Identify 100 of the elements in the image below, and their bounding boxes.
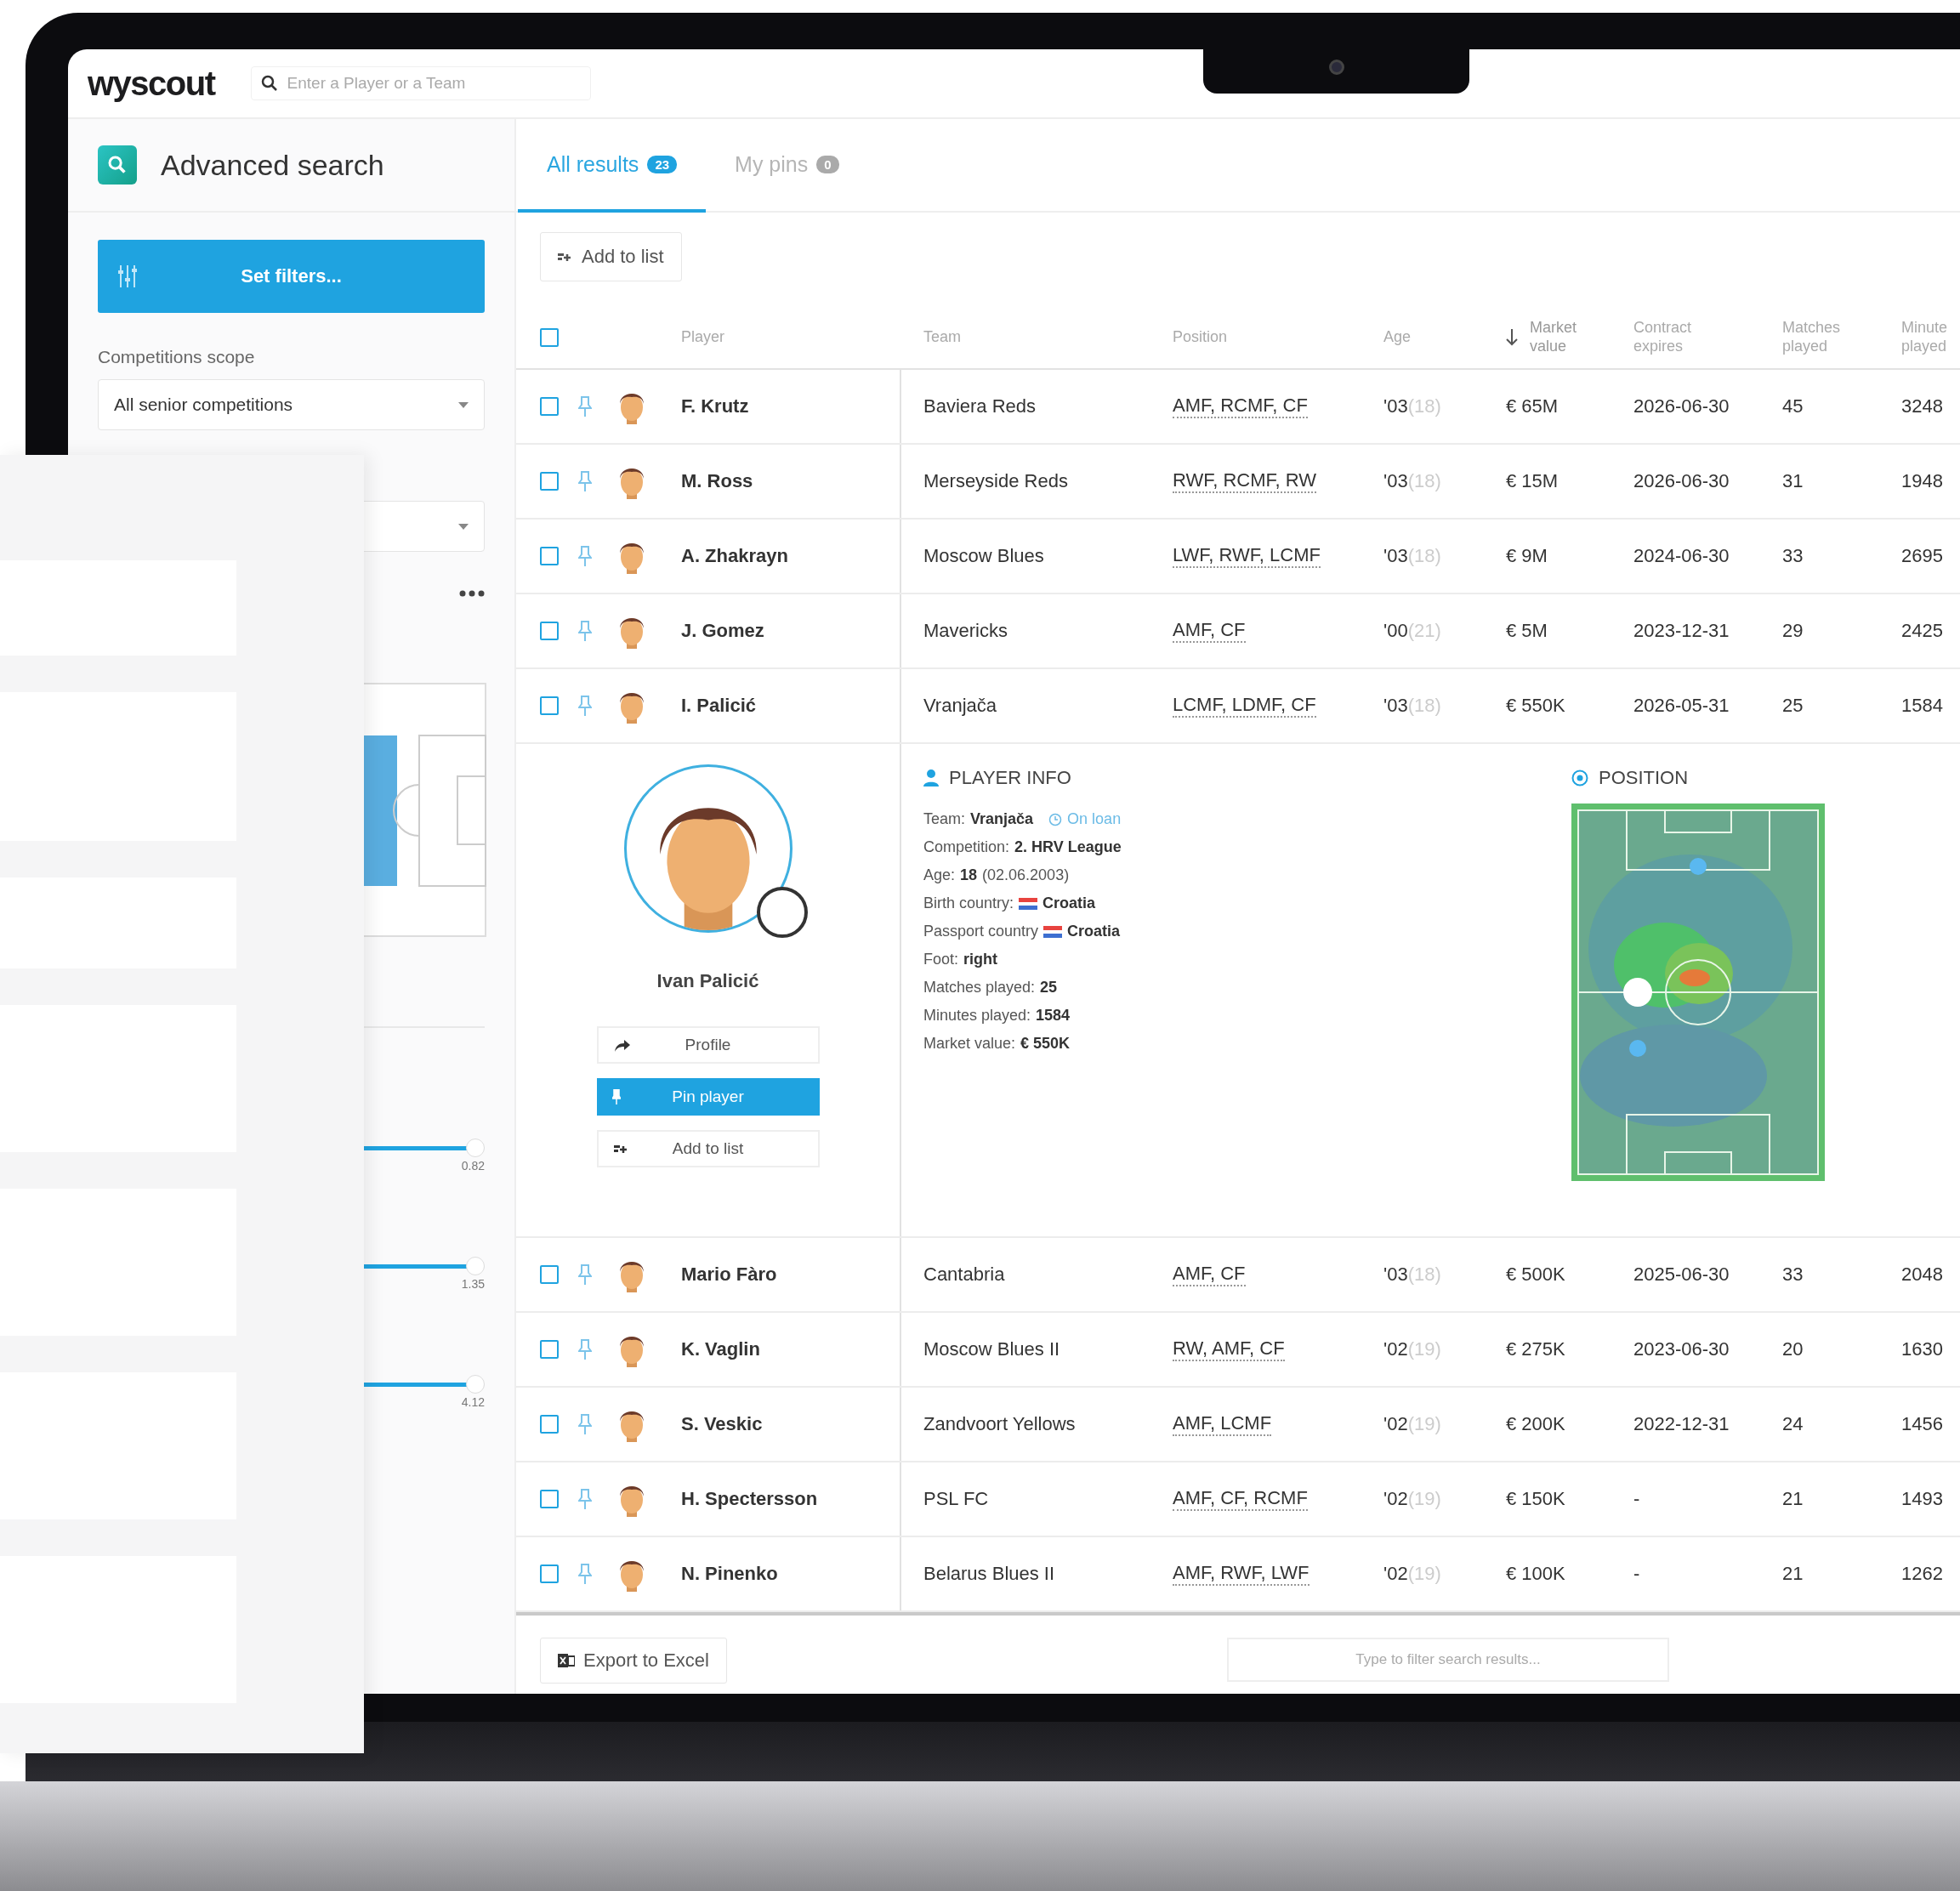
- market-value: € 100K: [1506, 1563, 1565, 1585]
- matches-count: 24: [1782, 1413, 1804, 1435]
- more-icon[interactable]: [459, 590, 485, 597]
- slider-value: 0.82: [461, 1159, 485, 1173]
- info-value: 18: [960, 866, 978, 884]
- position-marker: [1690, 858, 1707, 875]
- slider-thumb[interactable]: [466, 1257, 485, 1275]
- sort-down-icon[interactable]: [1506, 328, 1518, 346]
- pin-icon[interactable]: [578, 1563, 592, 1585]
- matches-count: 21: [1782, 1488, 1804, 1510]
- logo[interactable]: wyscout: [88, 64, 215, 103]
- player-action-button[interactable]: Profile: [596, 1026, 820, 1064]
- position-text: RW, AMF, CF: [1173, 1337, 1285, 1361]
- row-checkbox[interactable]: [540, 397, 559, 416]
- minutes-count: 3248: [1901, 395, 1943, 417]
- position-text: AMF, RCMF, CF: [1173, 395, 1308, 418]
- pin-icon[interactable]: [578, 1338, 592, 1360]
- info-label: Passport country: [923, 923, 1039, 940]
- add-to-list-button[interactable]: Add to list: [540, 232, 682, 281]
- export-button[interactable]: Export to Excel: [540, 1638, 727, 1684]
- minutes-count: 1630: [1901, 1338, 1943, 1360]
- minutes-count: 2048: [1901, 1264, 1943, 1286]
- player-name[interactable]: K. Vaglin: [681, 1338, 760, 1360]
- info-value: right: [963, 951, 998, 968]
- section-title: POSITION: [1599, 767, 1689, 789]
- list-add-icon: [613, 1143, 629, 1155]
- contract-date: 2022-12-31: [1633, 1413, 1730, 1435]
- info-label: Competition:: [923, 838, 1010, 856]
- pin-icon[interactable]: [578, 545, 592, 567]
- player-name[interactable]: S. Veskic: [681, 1413, 763, 1435]
- player-full-name: Ivan Palicić: [656, 970, 759, 992]
- position-text: AMF, LCMF: [1173, 1412, 1272, 1436]
- info-label: Minutes played:: [923, 1007, 1031, 1025]
- row-checkbox[interactable]: [540, 472, 559, 491]
- competition-select[interactable]: All senior competitions: [98, 379, 485, 430]
- filter-field[interactable]: Type to filter search results...: [1226, 1638, 1669, 1682]
- caret-icon: [458, 401, 469, 408]
- player-name[interactable]: M. Ross: [681, 470, 753, 492]
- player-name[interactable]: I. Palicić: [681, 695, 757, 717]
- player-action-button[interactable]: Add to list: [596, 1130, 820, 1167]
- search-icon: [260, 75, 278, 92]
- market-value: € 65M: [1506, 395, 1559, 417]
- row-checkbox[interactable]: [540, 547, 559, 565]
- contract-date: 2023-12-31: [1633, 620, 1730, 642]
- row-checkbox[interactable]: [540, 696, 559, 715]
- minutes-count: 1493: [1901, 1488, 1943, 1510]
- filter-icon: [118, 265, 137, 287]
- slider-thumb[interactable]: [466, 1139, 485, 1157]
- market-value: € 150K: [1506, 1488, 1565, 1510]
- search-field[interactable]: Enter a Player or a Team: [250, 66, 591, 100]
- minutes-count: 2695: [1901, 545, 1943, 567]
- player-name[interactable]: Mario Fàro: [681, 1264, 777, 1286]
- count-badge: 23: [647, 155, 678, 173]
- slider-thumb[interactable]: [466, 1375, 485, 1394]
- search-icon: [98, 145, 137, 185]
- position-text: AMF, CF, RCMF: [1173, 1487, 1308, 1511]
- market-value: € 275K: [1506, 1338, 1565, 1360]
- matches-count: 33: [1782, 545, 1804, 567]
- position-marker: [1623, 978, 1652, 1007]
- row-checkbox[interactable]: [540, 622, 559, 640]
- row-checkbox[interactable]: [540, 1340, 559, 1359]
- player-name[interactable]: H. Spectersson: [681, 1488, 818, 1510]
- market-value: € 500K: [1506, 1264, 1565, 1286]
- row-checkbox[interactable]: [540, 1490, 559, 1508]
- row-checkbox[interactable]: [540, 1564, 559, 1583]
- minutes-count: 2425: [1901, 620, 1943, 642]
- pin-icon[interactable]: [578, 620, 592, 642]
- market-value: € 9M: [1506, 545, 1548, 567]
- team-name: Mavericks: [923, 620, 1008, 642]
- contract-date: 2026-06-30: [1633, 470, 1730, 492]
- pin-icon[interactable]: [578, 1488, 592, 1510]
- field-label: Competitions scope: [98, 347, 256, 367]
- team-name: Moscow Blues: [923, 545, 1044, 567]
- player-name[interactable]: N. Pinenko: [681, 1563, 778, 1585]
- pin-icon[interactable]: [578, 470, 592, 492]
- info-label: Matches played:: [923, 979, 1036, 997]
- contract-date: 2024-06-30: [1633, 545, 1730, 567]
- pin-icon[interactable]: [578, 1264, 592, 1286]
- player-name[interactable]: A. Zhakrayn: [681, 545, 788, 567]
- pin-icon[interactable]: [578, 695, 592, 717]
- team-name: Baviera Reds: [923, 395, 1037, 417]
- info-label: Age:: [923, 866, 956, 884]
- select-all-checkbox[interactable]: [540, 327, 559, 347]
- matches-count: 45: [1782, 395, 1804, 417]
- minutes-count: 1584: [1901, 695, 1943, 717]
- player-name[interactable]: F. Krutz: [681, 395, 749, 417]
- row-checkbox[interactable]: [540, 1415, 559, 1434]
- team-name: Cantabria: [923, 1264, 1005, 1286]
- pin-icon[interactable]: [578, 395, 592, 417]
- page-title: Advanced search: [161, 148, 384, 182]
- info-value: 25: [1040, 979, 1058, 997]
- position-marker: [1629, 1040, 1646, 1057]
- info-label: Birth country:: [923, 894, 1014, 912]
- minutes-count: 1262: [1901, 1563, 1943, 1585]
- player-name[interactable]: J. Gomez: [681, 620, 764, 642]
- row-checkbox[interactable]: [540, 1265, 559, 1284]
- pin-icon[interactable]: [578, 1413, 592, 1435]
- contract-date: 2026-05-31: [1633, 695, 1730, 717]
- info-value: 2. HRV League: [1014, 838, 1122, 856]
- info-label: Team:: [923, 810, 966, 828]
